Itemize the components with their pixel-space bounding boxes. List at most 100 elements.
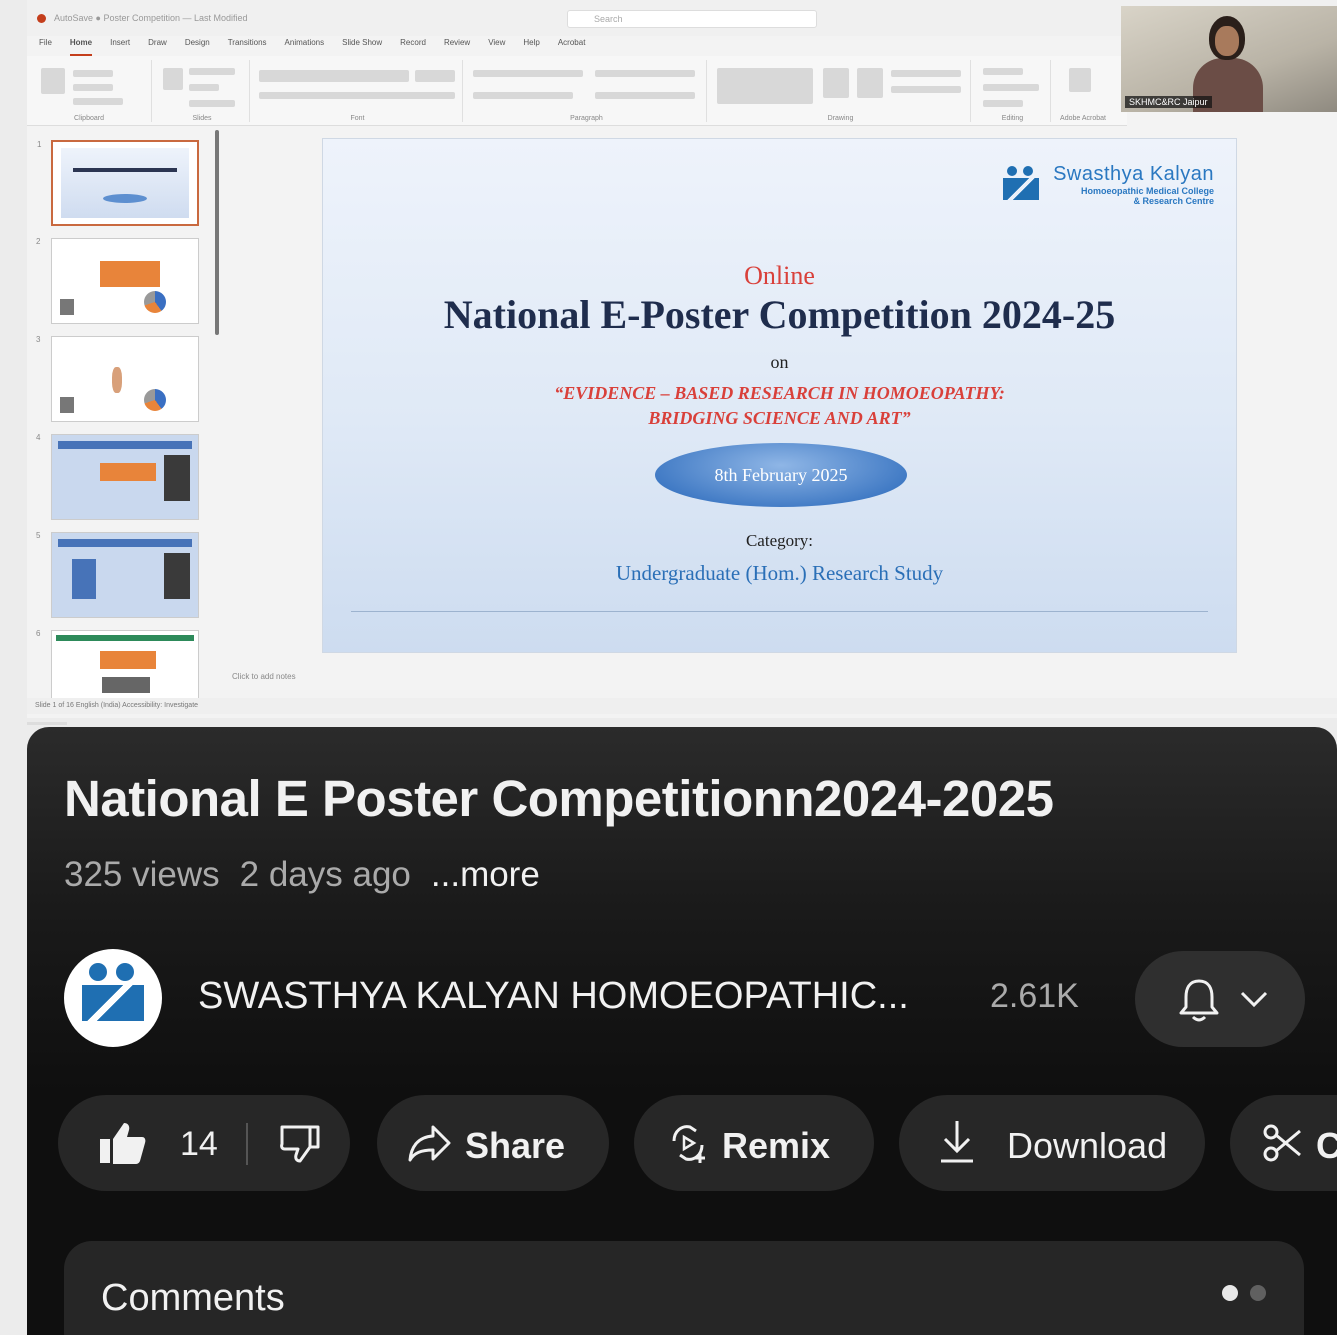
thumbs-down-icon[interactable]	[278, 1123, 320, 1165]
notes-placeholder: Click to add notes	[232, 672, 296, 681]
thumb-number: 1	[37, 140, 42, 149]
scissors-icon	[1263, 1124, 1301, 1162]
ppt-tab: Transitions	[227, 38, 267, 47]
ppt-tab: File	[39, 38, 52, 47]
like-dislike-button[interactable]: 14	[58, 1095, 350, 1191]
current-slide: Swasthya Kalyan Homoeopathic Medical Col…	[322, 138, 1237, 653]
screenshot-root: AutoSave ● Poster Competition — Last Mod…	[0, 0, 1337, 1335]
ribbon-label: Editing	[1001, 115, 1024, 122]
ribbon-group-drawing: Drawing	[711, 60, 971, 122]
video-title[interactable]: National E Poster Competitionn2024-2025	[64, 769, 1054, 828]
college-logo: Swasthya Kalyan Homoeopathic Medical Col…	[999, 163, 1214, 206]
slide-thumbnail: 4	[36, 433, 199, 520]
slide-on-label: on	[770, 352, 789, 372]
ppt-tab: Insert	[110, 38, 131, 47]
ppt-tab: Design	[184, 38, 210, 47]
thumb-number: 2	[36, 237, 41, 246]
participant-name-tag: SKHMC&RC Jaipur	[1125, 96, 1212, 108]
ppt-tab: Help	[523, 38, 540, 47]
comments-section[interactable]: Comments	[64, 1241, 1304, 1335]
ppt-tab: Animations	[284, 38, 325, 47]
share-button[interactable]: Share	[377, 1095, 609, 1191]
ppt-tab: View	[488, 38, 506, 47]
video-frame-powerpoint[interactable]: AutoSave ● Poster Competition — Last Mod…	[27, 0, 1337, 718]
like-count: 14	[180, 1125, 218, 1163]
ppt-window-title: AutoSave ● Poster Competition — Last Mod…	[54, 13, 248, 23]
powerpoint-app-icon	[37, 13, 46, 23]
channel-name[interactable]: SWASTHYA KALYAN HOMOEOPATHIC...	[198, 975, 909, 1018]
slide-thumbnail: 1	[37, 140, 199, 226]
notification-bell-button[interactable]	[1135, 951, 1305, 1047]
thumbnail-scrollbar[interactable]	[215, 130, 219, 335]
ppt-tab: Draw	[148, 38, 167, 47]
logo-subtitle-2: & Research Centre	[1133, 196, 1214, 206]
slide-category-label: Category:	[745, 531, 814, 550]
thumbs-up-icon[interactable]	[98, 1121, 146, 1165]
video-info-panel: National E Poster Competitionn2024-2025 …	[27, 727, 1337, 1335]
subscriber-count: 2.61K	[990, 977, 1079, 1015]
comments-title: Comments	[101, 1277, 285, 1319]
ribbon-label: Drawing	[827, 115, 854, 122]
ribbon-group-editing: Editing	[975, 60, 1051, 122]
slide-thumbnail: 3	[36, 335, 199, 422]
theme-line-1: “EVIDENCE – BASED RESEARCH IN HOMOEOPATH…	[554, 383, 1005, 403]
slide-category-value: Undergraduate (Hom.) Research Study	[615, 561, 944, 585]
video-meta[interactable]: 325 views 2 days ago ...more	[64, 855, 540, 895]
college-logo-icon	[999, 164, 1047, 206]
ppt-ribbon: Clipboard Slides Font Paragraph Drawing …	[27, 56, 1127, 126]
ppt-menu-tabs: File Home Insert Draw Design Transitions…	[27, 38, 1127, 56]
slide-online-label: Online	[744, 261, 815, 290]
logo-title: Swasthya Kalyan	[1053, 163, 1214, 185]
ribbon-label: Adobe Acrobat	[1060, 115, 1106, 122]
ppt-search-box: Search	[567, 10, 817, 28]
thumb-number: 6	[36, 629, 41, 638]
slide-title: National E-Poster Competition 2024-25	[443, 292, 1116, 337]
clip-label: C	[1316, 1125, 1337, 1166]
slide-date-badge: 8th February 2025	[655, 443, 907, 507]
download-icon	[941, 1121, 973, 1163]
ribbon-label: Paragraph	[570, 115, 603, 122]
clip-button[interactable]: C	[1230, 1095, 1337, 1191]
ppt-tab: Review	[443, 38, 471, 47]
bell-icon	[1179, 979, 1219, 1022]
ribbon-label: Clipboard	[74, 115, 104, 122]
remix-button[interactable]: Remix	[634, 1095, 874, 1191]
slide-editor: Swasthya Kalyan Homoeopathic Medical Col…	[232, 130, 1337, 690]
ribbon-group-paragraph: Paragraph	[467, 60, 707, 122]
share-label: Share	[465, 1125, 566, 1166]
thumb-number: 5	[36, 531, 41, 540]
logo-subtitle: Homoeopathic Medical College	[1080, 186, 1214, 196]
slide-divider	[351, 611, 1208, 612]
ribbon-group-font: Font	[253, 60, 463, 122]
theme-line-2: BRIDGING SCIENCE AND ART”	[648, 408, 911, 428]
action-buttons-row: 14 Share Remix Download C	[58, 1095, 1337, 1191]
ribbon-label: Slides	[192, 115, 212, 122]
slide-thumbnails-panel: 1 2 3 4 5 6	[27, 130, 222, 700]
ppt-status-bar: Slide 1 of 16 English (India) Accessibil…	[27, 698, 1337, 714]
slide-thumbnail: 2	[36, 237, 199, 324]
channel-avatar[interactable]	[64, 949, 162, 1047]
ribbon-label: Font	[350, 115, 365, 122]
thumb-number: 4	[36, 433, 41, 442]
slide-thumbnail: 5	[36, 531, 199, 618]
video-progress-bar[interactable]	[27, 722, 67, 725]
like-divider	[246, 1123, 248, 1165]
comments-pager-dots	[1222, 1285, 1266, 1301]
ppt-tab: Slide Show	[342, 38, 383, 47]
view-count: 325 views	[64, 855, 220, 894]
channel-row: SWASTHYA KALYAN HOMOEOPATHIC... 2.61K	[64, 949, 1305, 1047]
remix-label: Remix	[722, 1125, 831, 1166]
ribbon-group-slides: Slides	[155, 60, 250, 122]
pager-dot	[1250, 1285, 1266, 1301]
share-icon	[408, 1125, 451, 1162]
download-button[interactable]: Download	[899, 1095, 1205, 1191]
upload-age: 2 days ago	[239, 855, 411, 894]
ribbon-group-acrobat: Adobe Acrobat	[1055, 60, 1111, 122]
more-link[interactable]: ...more	[431, 855, 540, 895]
remix-icon	[672, 1125, 705, 1163]
download-label: Download	[1007, 1125, 1168, 1166]
ribbon-group-clipboard: Clipboard	[27, 60, 152, 122]
ppt-tab: Record	[400, 38, 426, 47]
pager-dot-active	[1222, 1285, 1238, 1301]
ppt-tab: Home	[69, 38, 93, 56]
